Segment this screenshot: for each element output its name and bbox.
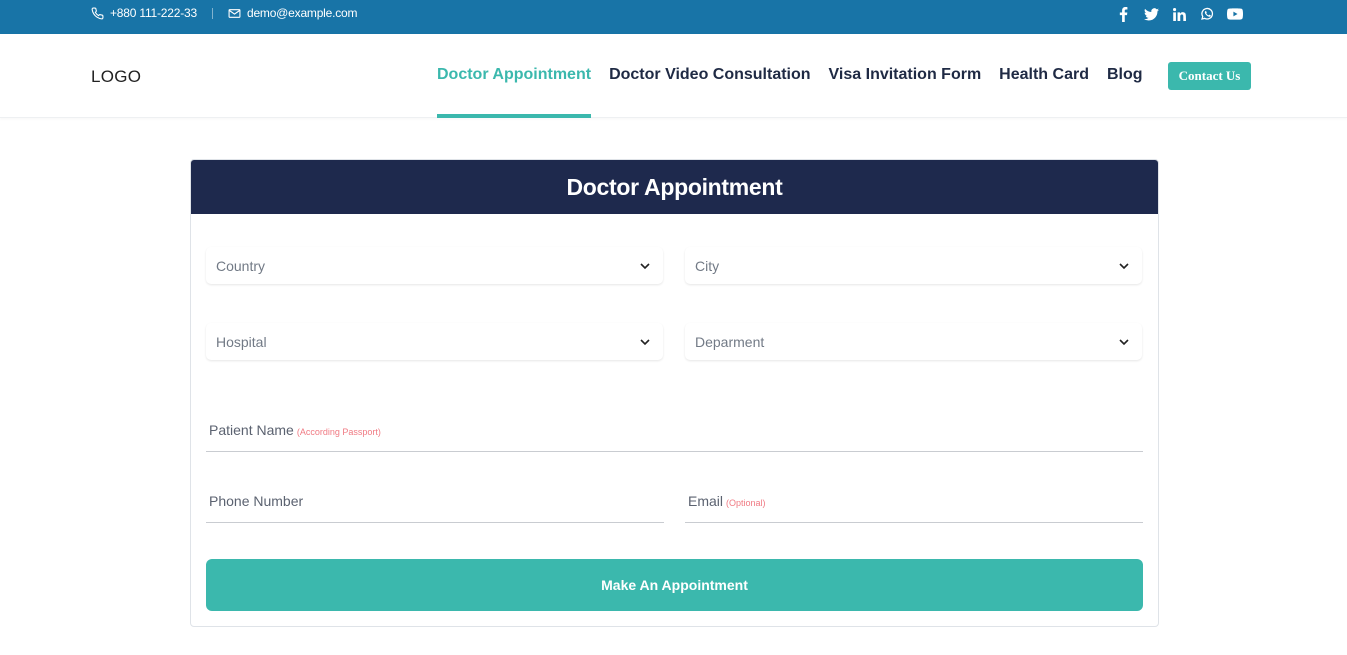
chevron-down-icon bbox=[640, 339, 650, 346]
top-bar: +880 111-222-33 demo@example.com bbox=[0, 0, 1347, 34]
email-address: demo@example.com bbox=[246, 6, 358, 20]
phone-number: +880 111-222-33 bbox=[110, 6, 197, 20]
social-links bbox=[1103, 6, 1243, 22]
hospital-select-label: Hospital bbox=[216, 333, 267, 350]
logo[interactable]: LOGO bbox=[91, 67, 141, 87]
top-contact-info: +880 111-222-33 demo@example.com bbox=[91, 6, 358, 20]
country-select-label: Country bbox=[216, 257, 266, 274]
divider bbox=[211, 7, 213, 19]
email-hint: (Optional) bbox=[726, 498, 766, 508]
form-title: Doctor Appointment bbox=[191, 160, 1158, 214]
mail-icon bbox=[228, 8, 241, 18]
main-nav: Doctor Appointment Doctor Video Consulta… bbox=[437, 34, 1161, 118]
patient-name-label-text: Patient Name bbox=[209, 422, 294, 438]
phone-number-label: Phone Number bbox=[209, 493, 304, 509]
department-select-label: Deparment bbox=[695, 333, 765, 350]
nav-blog[interactable]: Blog bbox=[1107, 34, 1143, 117]
facebook-icon[interactable] bbox=[1115, 6, 1131, 22]
youtube-icon[interactable] bbox=[1227, 6, 1243, 22]
email-label-text: Email bbox=[688, 493, 724, 509]
phone-icon bbox=[91, 7, 104, 19]
email-label: Email (Optional) bbox=[688, 493, 766, 509]
appointment-form-card: Doctor Appointment Country City Hospital… bbox=[190, 159, 1159, 627]
make-appointment-button[interactable]: Make An Appointment bbox=[206, 559, 1143, 611]
nav-health-card[interactable]: Health Card bbox=[999, 34, 1089, 117]
patient-name-hint: (According Passport) bbox=[296, 427, 381, 437]
phone-number-field[interactable]: Phone Number bbox=[206, 479, 664, 523]
nav-doctor-video-consultation[interactable]: Doctor Video Consultation bbox=[609, 34, 810, 117]
patient-name-label: Patient Name (According Passport) bbox=[209, 422, 381, 438]
patient-name-field[interactable]: Patient Name (According Passport) bbox=[206, 408, 1143, 452]
city-select[interactable]: City bbox=[685, 247, 1142, 284]
phone-contact[interactable]: +880 111-222-33 bbox=[91, 6, 197, 20]
department-select[interactable]: Deparment bbox=[685, 323, 1142, 360]
hospital-select[interactable]: Hospital bbox=[206, 323, 663, 360]
chevron-down-icon bbox=[640, 263, 650, 270]
whatsapp-icon[interactable] bbox=[1199, 6, 1215, 22]
site-header: LOGO Doctor Appointment Doctor Video Con… bbox=[0, 34, 1347, 118]
linkedin-icon[interactable] bbox=[1171, 6, 1187, 22]
chevron-down-icon bbox=[1119, 339, 1129, 346]
nav-visa-invitation-form[interactable]: Visa Invitation Form bbox=[829, 34, 982, 117]
contact-us-button[interactable]: Contact Us bbox=[1168, 62, 1251, 90]
email-field[interactable]: Email (Optional) bbox=[685, 479, 1143, 523]
country-select[interactable]: Country bbox=[206, 247, 663, 284]
city-select-label: City bbox=[695, 257, 720, 274]
chevron-down-icon bbox=[1119, 263, 1129, 270]
twitter-icon[interactable] bbox=[1143, 6, 1159, 22]
nav-doctor-appointment[interactable]: Doctor Appointment bbox=[437, 34, 592, 118]
email-contact[interactable]: demo@example.com bbox=[228, 6, 358, 20]
